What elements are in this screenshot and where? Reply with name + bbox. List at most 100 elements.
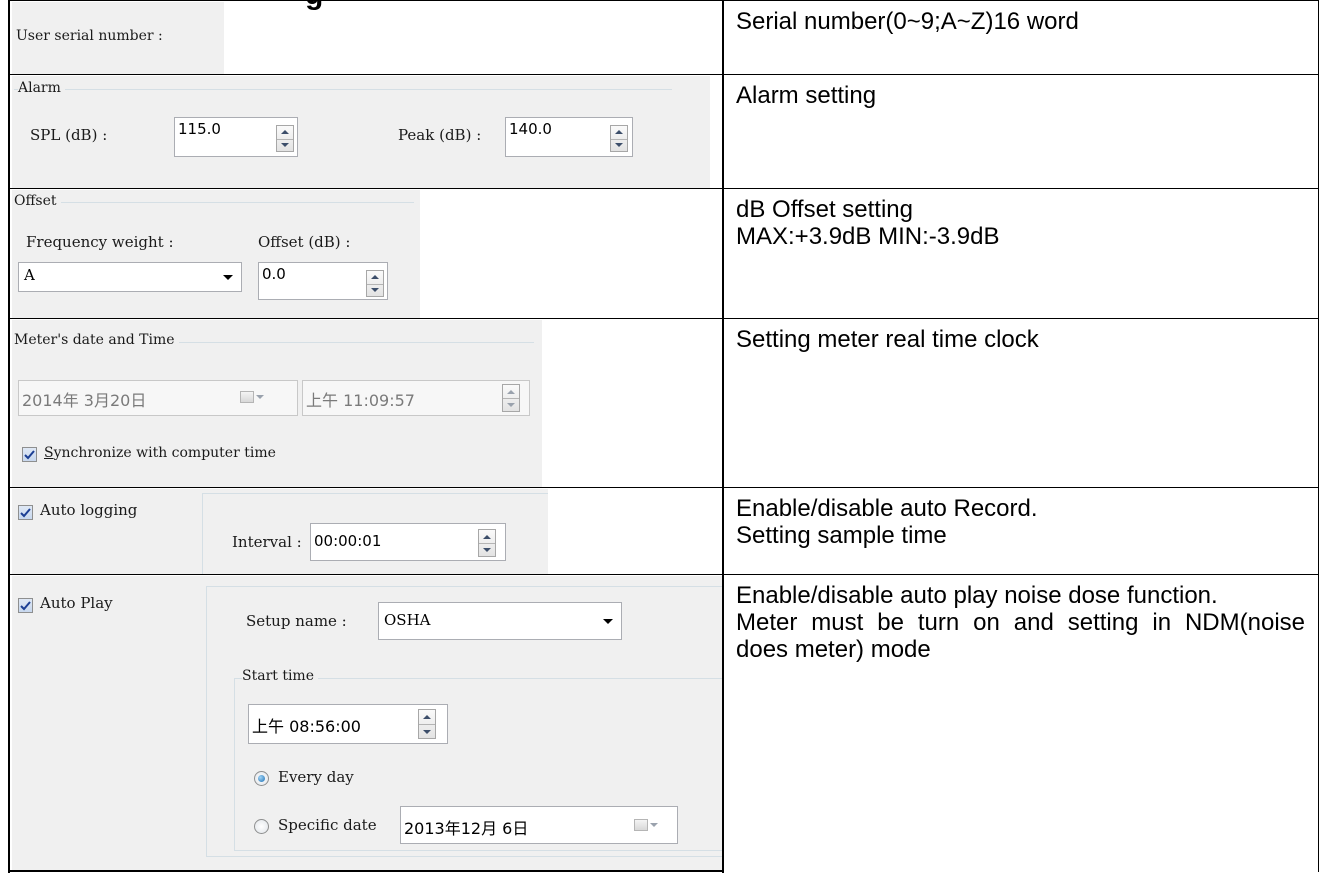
autolog-description: Enable/disable auto Record. Setting samp…	[722, 488, 1319, 575]
every-day-radio[interactable]	[254, 771, 269, 786]
interval-input[interactable]: 00:00:01	[310, 523, 506, 561]
settings-description-table: User serial number : Serial number(0~9;A…	[8, 0, 1319, 873]
datetime-desc-text: Setting meter real time clock	[736, 326, 1039, 353]
start-time-group-bottom	[234, 850, 724, 851]
start-time-group-title: Start time	[242, 668, 318, 684]
serial-number-label: User serial number :	[16, 28, 163, 44]
autoplay-ui-cell: Auto Play Setup name : OSHA Start time 上…	[8, 575, 724, 873]
setup-name-select[interactable]: OSHA	[378, 602, 622, 640]
specific-date-radio[interactable]	[254, 819, 269, 834]
auto-logging-label[interactable]: Auto logging	[40, 501, 137, 519]
autoplay-desc-line1: Enable/disable auto play noise dose func…	[736, 582, 1218, 609]
autolog-desc-line1: Enable/disable auto Record.	[736, 495, 1038, 522]
autoplay-group-bottom	[206, 856, 724, 857]
sync-label-rest: ynchronize with computer time	[53, 445, 276, 461]
auto-play-label[interactable]: Auto Play	[40, 594, 113, 612]
peak-spinner[interactable]	[610, 125, 628, 152]
time-down-arrow-icon[interactable]	[507, 403, 515, 407]
serial-desc-text: Serial number(0~9;A~Z)16 word	[736, 8, 1079, 35]
peak-label: Peak (dB) :	[398, 126, 482, 144]
offset-up-arrow-icon[interactable]	[371, 275, 379, 280]
date-dropdown-button[interactable]	[240, 391, 264, 403]
time-input[interactable]: 上午 11:09:57	[302, 380, 530, 416]
start-time-down-arrow-icon[interactable]	[423, 729, 431, 734]
specific-date-label[interactable]: Specific date	[278, 816, 377, 834]
alarm-ui-cell: Alarm SPL (dB) : 115.0 Peak (dB) : 140.0	[8, 75, 724, 189]
interval-spinner[interactable]	[478, 529, 496, 557]
checkmark-icon	[20, 507, 31, 517]
date-value: 2014年 3月20日	[22, 391, 147, 410]
chevron-down-icon[interactable]	[650, 823, 658, 827]
checkmark-icon	[24, 449, 35, 459]
specific-date-value: 2013年12月 6日	[404, 819, 529, 838]
interval-down-arrow-icon[interactable]	[483, 548, 491, 552]
auto-logging-checkbox[interactable]	[18, 505, 33, 520]
datetime-panel: Meter's date and Time 2014年 3月20日 上午 11:…	[12, 320, 542, 487]
auto-play-checkbox[interactable]	[18, 598, 33, 613]
start-time-group-left	[234, 678, 235, 850]
autolog-panel: Auto logging Interval : 00:00:01	[12, 489, 548, 574]
start-time-up-arrow-icon[interactable]	[423, 715, 431, 719]
datetime-description: Setting meter real time clock	[722, 319, 1319, 488]
row-offset: Offset Frequency weight : A Offset (dB) …	[8, 188, 1319, 319]
calendar-icon[interactable]	[634, 819, 648, 831]
specific-date-dropdown-button[interactable]	[634, 819, 658, 831]
datetime-group-title: Meter's date and Time	[14, 332, 179, 348]
setup-name-value: OSHA	[384, 611, 431, 629]
row-auto-logging: Auto logging Interval : 00:00:01 Enable/…	[8, 487, 1319, 575]
serial-panel: User serial number :	[12, 2, 224, 74]
start-time-value: 上午 08:56:00	[252, 717, 361, 736]
setup-name-label: Setup name :	[246, 612, 347, 630]
peak-up-arrow-icon[interactable]	[615, 130, 623, 135]
chevron-down-icon[interactable]	[256, 395, 264, 399]
time-up-arrow-icon[interactable]	[507, 389, 515, 394]
every-day-label[interactable]: Every day	[278, 768, 354, 786]
alarm-group-line	[14, 89, 672, 90]
sync-label-accesskey: S	[44, 445, 54, 461]
frequency-weight-label: Frequency weight :	[26, 233, 174, 251]
interval-up-arrow-icon[interactable]	[483, 534, 491, 539]
interval-label: Interval :	[232, 533, 302, 551]
row-datetime: Meter's date and Time 2014年 3月20日 上午 11:…	[8, 318, 1319, 488]
sync-checkbox[interactable]	[22, 447, 37, 462]
time-value: 上午 11:09:57	[306, 391, 415, 410]
offset-desc-line1: dB Offset setting	[736, 196, 913, 223]
offset-down-arrow-icon[interactable]	[371, 288, 379, 293]
offset-desc-line2: MAX:+3.9dB MIN:-3.9dB	[736, 223, 1000, 250]
autolog-desc-line2: Setting sample time	[736, 522, 947, 549]
autoplay-group-border	[206, 586, 207, 856]
spl-spinner[interactable]	[276, 125, 294, 152]
chevron-down-icon[interactable]	[603, 619, 613, 624]
offset-db-label: Offset (dB) :	[258, 233, 351, 251]
start-time-spinner[interactable]	[418, 709, 436, 739]
calendar-icon[interactable]	[240, 391, 254, 403]
datetime-ui-cell: Meter's date and Time 2014年 3月20日 上午 11:…	[8, 319, 724, 488]
autoplay-description: Enable/disable auto play noise dose func…	[722, 575, 1319, 873]
peak-down-arrow-icon[interactable]	[615, 143, 623, 148]
autolog-ui-cell: Auto logging Interval : 00:00:01	[8, 488, 724, 575]
alarm-panel: Alarm SPL (dB) : 115.0 Peak (dB) : 140.0	[12, 76, 710, 188]
spl-down-arrow-icon[interactable]	[281, 143, 289, 148]
alarm-desc-text: Alarm setting	[736, 82, 877, 109]
serial-ui-cell: User serial number :	[8, 1, 724, 75]
frequency-weight-select[interactable]: A	[18, 262, 242, 292]
offset-panel: Offset Frequency weight : A Offset (dB) …	[12, 190, 420, 318]
row-serial-number: User serial number : Serial number(0~9;A…	[8, 0, 1319, 75]
sync-label[interactable]: Synchronize with computer time	[44, 445, 276, 461]
row-auto-play: Auto Play Setup name : OSHA Start time 上…	[8, 574, 1319, 873]
autoplay-desc-line2: Meter must be turn on and setting in NDM…	[736, 609, 1305, 663]
spl-up-arrow-icon[interactable]	[281, 130, 289, 135]
offset-description: dB Offset setting MAX:+3.9dB MIN:-3.9dB	[722, 189, 1319, 319]
date-picker[interactable]: 2014年 3月20日	[18, 380, 182, 416]
offset-spinner[interactable]	[366, 270, 384, 297]
time-spinner[interactable]	[502, 384, 520, 412]
autoplay-group-top	[206, 586, 724, 587]
serial-description: Serial number(0~9;A~Z)16 word	[722, 1, 1319, 75]
autolog-group-top	[202, 493, 548, 494]
alarm-group-title: Alarm	[18, 80, 65, 96]
date-picker-button-area[interactable]	[180, 380, 298, 416]
offset-group-title: Offset	[14, 193, 61, 209]
chevron-down-icon[interactable]	[223, 275, 233, 280]
checkmark-icon	[20, 600, 31, 610]
spl-label: SPL (dB) :	[30, 126, 108, 144]
